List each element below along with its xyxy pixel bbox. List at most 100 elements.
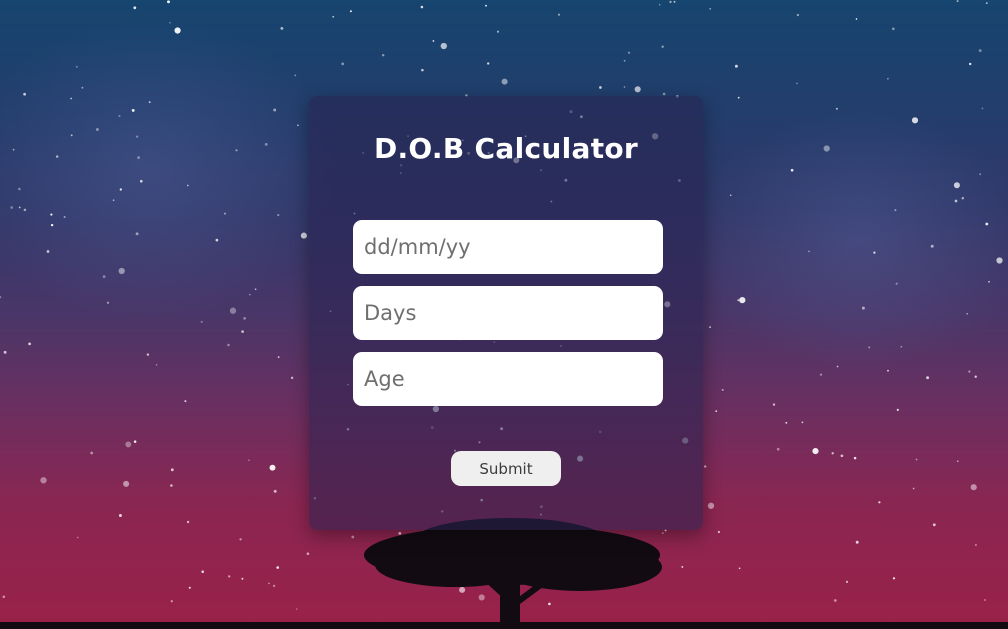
star <box>836 365 839 368</box>
star <box>169 21 171 24</box>
star <box>861 306 865 310</box>
star <box>254 288 257 291</box>
star <box>18 187 21 191</box>
star <box>269 464 276 471</box>
star <box>297 124 299 127</box>
star <box>915 458 918 461</box>
star <box>776 447 780 451</box>
star <box>772 403 776 406</box>
star <box>70 97 72 100</box>
star <box>557 13 561 16</box>
star <box>855 540 859 544</box>
star <box>974 544 977 546</box>
star <box>623 86 626 88</box>
star <box>341 62 345 66</box>
star <box>954 199 958 203</box>
star <box>548 602 551 606</box>
age-input[interactable] <box>353 352 663 406</box>
star <box>351 535 355 539</box>
star <box>50 223 54 227</box>
star <box>268 582 270 585</box>
star <box>911 117 919 124</box>
star <box>90 451 94 455</box>
star <box>200 320 203 323</box>
star <box>623 59 626 62</box>
star <box>273 108 277 112</box>
submit-button[interactable]: Submit <box>451 451 561 486</box>
star <box>421 68 424 72</box>
star <box>978 49 982 53</box>
star <box>227 343 230 347</box>
star <box>112 199 115 202</box>
star <box>332 15 335 18</box>
star <box>119 188 122 191</box>
dob-calculator-card: D.O.B Calculator Submit <box>309 96 703 530</box>
star <box>868 346 871 349</box>
star <box>123 480 130 487</box>
star <box>634 86 641 93</box>
star <box>892 577 896 580</box>
star <box>440 42 447 50</box>
star <box>487 62 490 65</box>
star <box>891 27 895 31</box>
star <box>50 213 53 216</box>
page-title: D.O.B Calculator <box>373 132 639 165</box>
dob-input[interactable] <box>353 220 663 274</box>
star <box>956 460 959 463</box>
star <box>137 156 140 159</box>
star <box>300 232 307 239</box>
star <box>264 143 268 146</box>
star <box>808 250 810 253</box>
star <box>932 523 936 527</box>
star <box>276 566 280 569</box>
star <box>926 376 930 380</box>
star <box>790 168 794 172</box>
star <box>146 353 150 356</box>
star <box>485 4 487 7</box>
star <box>135 135 139 138</box>
star <box>988 280 990 283</box>
star <box>118 514 122 517</box>
star <box>95 128 99 131</box>
star <box>215 238 219 242</box>
star <box>979 173 982 176</box>
star <box>845 580 849 584</box>
star <box>658 3 661 6</box>
star <box>2 595 6 599</box>
star <box>295 608 298 610</box>
star <box>840 454 844 458</box>
star <box>188 586 191 589</box>
star <box>669 0 672 4</box>
star <box>737 299 740 302</box>
star <box>715 410 718 412</box>
star <box>228 575 231 578</box>
star <box>912 487 915 490</box>
star <box>294 74 297 77</box>
star <box>887 369 889 372</box>
star <box>170 468 174 472</box>
star <box>478 594 485 601</box>
star <box>459 586 466 593</box>
star <box>81 86 84 89</box>
star <box>833 599 837 602</box>
star <box>717 530 720 534</box>
star <box>661 532 664 535</box>
star <box>102 275 106 279</box>
star <box>661 45 664 48</box>
star <box>737 96 740 99</box>
star <box>46 250 50 253</box>
star <box>131 108 135 112</box>
star <box>398 532 402 535</box>
star <box>496 30 500 33</box>
star <box>709 7 712 10</box>
star <box>381 53 385 57</box>
star <box>896 408 899 411</box>
star <box>0 296 2 299</box>
star <box>273 489 277 493</box>
star <box>812 448 819 455</box>
days-input[interactable] <box>353 286 663 340</box>
star <box>662 92 666 96</box>
star <box>974 375 977 378</box>
star <box>831 452 834 455</box>
star <box>970 484 977 491</box>
